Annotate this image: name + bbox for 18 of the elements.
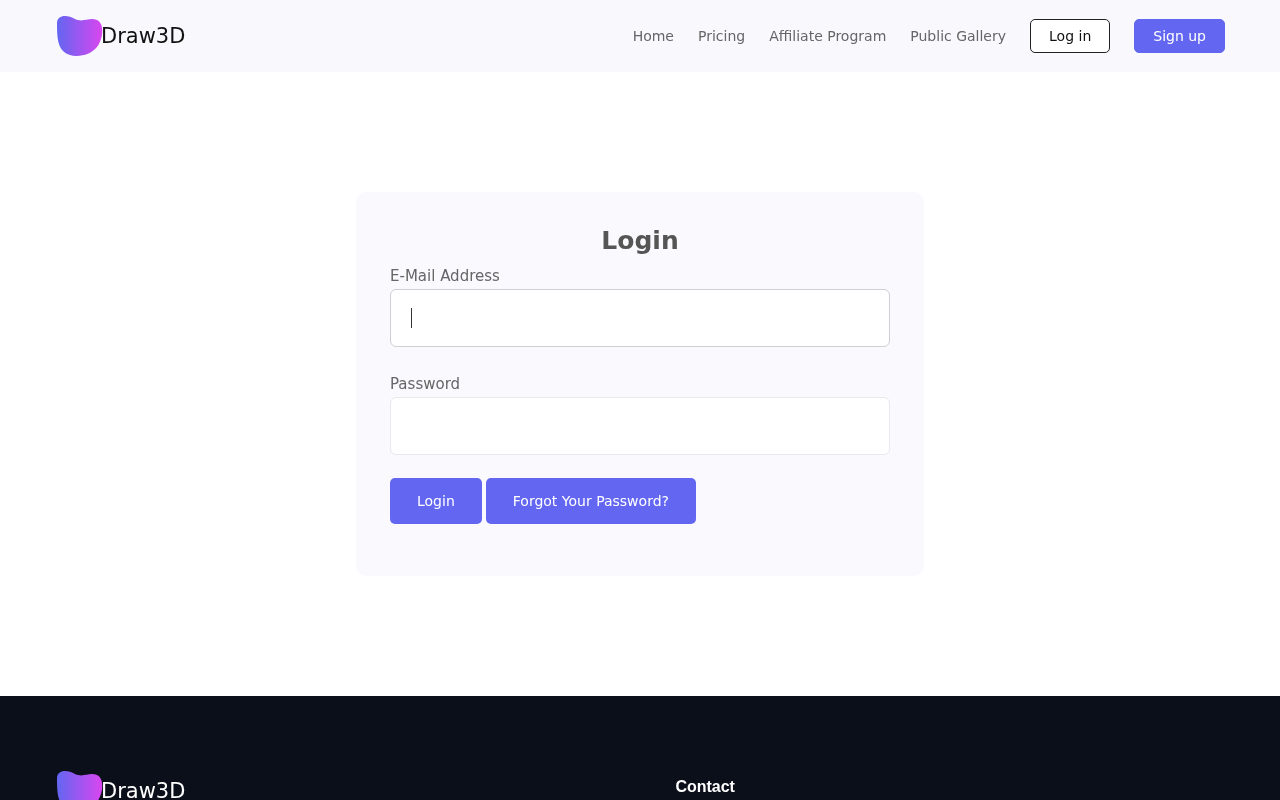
logo-icon <box>55 770 103 800</box>
signup-button[interactable]: Sign up <box>1134 19 1225 53</box>
brand-name: Draw3D <box>101 24 186 48</box>
nav-link[interactable]: Home <box>632 28 674 44</box>
email-field[interactable] <box>390 289 890 347</box>
form-title: Login <box>600 226 680 255</box>
text-caret <box>411 308 412 328</box>
nav-link[interactable]: Public Gallery <box>910 28 1007 44</box>
login-button[interactable]: Login <box>390 478 482 524</box>
forgot-password-button[interactable]: Forgot Your Password? <box>485 478 696 524</box>
nav-link[interactable]: Pricing <box>698 28 746 44</box>
field-label: E-Mail Address <box>390 267 501 285</box>
login-button[interactable]: Log in <box>1030 19 1111 53</box>
logo-icon <box>55 15 103 57</box>
footer-heading: Contact <box>675 778 735 796</box>
field-label: Password <box>390 375 462 393</box>
nav-link[interactable]: Affiliate Program <box>769 28 887 44</box>
brand-name: Draw3D <box>101 779 186 800</box>
